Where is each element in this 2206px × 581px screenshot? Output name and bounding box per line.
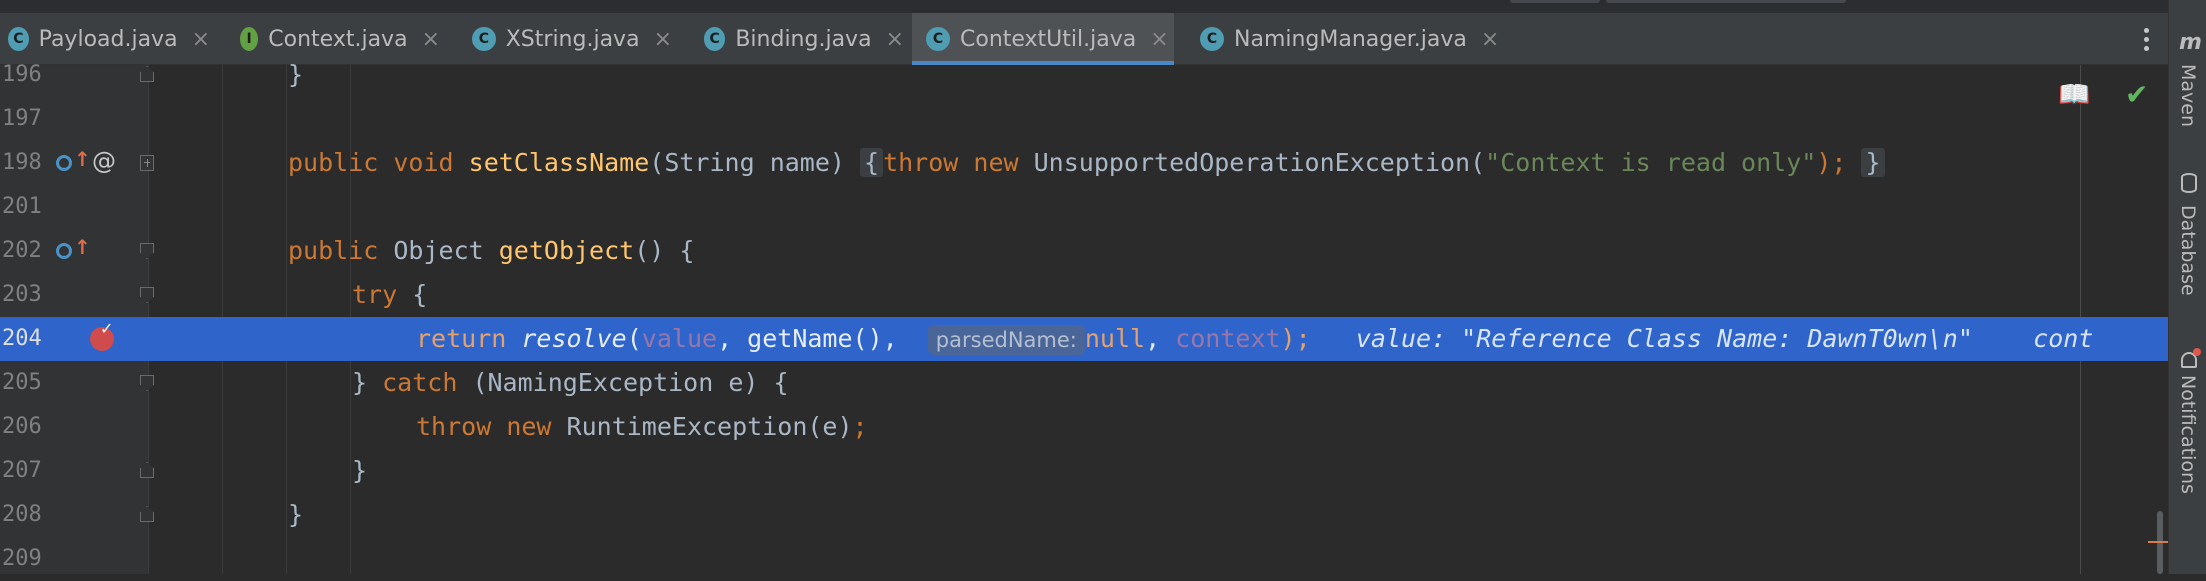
line-number: 208 [2,502,42,527]
tab-label: Context.java [268,26,408,52]
code-text[interactable]: return resolve(value, getName(), parsedN… [416,317,2093,361]
code-line[interactable]: 208 } [0,493,2168,537]
maven-tool-button[interactable]: Maven [2177,64,2199,127]
override-arrow-icon[interactable]: ↑ [74,235,91,259]
line-number: 201 [2,194,42,219]
toolbar-segment [1510,0,1600,3]
breakpoint-check-icon: ✓ [100,319,114,338]
book-icon[interactable]: 📖 [2058,80,2090,110]
checkmark-icon[interactable]: ✔ [2125,78,2148,111]
implements-icon[interactable] [56,155,72,171]
implements-icon[interactable] [56,243,72,259]
tab-label: NamingManager.java [1234,26,1467,52]
maven-icon[interactable]: m [2179,30,2202,55]
tab-label: XString.java [505,26,640,52]
line-number: 196 [2,62,42,87]
close-icon[interactable]: × [1481,27,1499,52]
code-text[interactable]: } [352,449,367,493]
tab-label: Binding.java [735,26,872,52]
database-icon [2181,173,2197,193]
code-text[interactable]: public void setClassName(String name) {t… [288,141,1885,185]
execution-line[interactable]: 204 ✓ return resolve(value, getName(), p… [0,317,2168,361]
code-line[interactable]: 196 } [0,53,2168,97]
close-icon[interactable]: × [654,27,672,52]
class-icon: C [926,27,950,51]
class-icon: C [704,27,726,51]
line-number: 209 [2,546,42,571]
line-number: 202 [2,238,42,263]
code-line[interactable]: 207 } [0,449,2168,493]
code-line[interactable]: 203 try { [0,273,2168,317]
code-line[interactable]: 201 [0,185,2168,229]
window-title-strip [0,0,2206,13]
class-icon: C [472,27,496,51]
notifications-tool-button[interactable]: Notifications [2177,375,2199,494]
code-text[interactable]: } [288,53,303,97]
at-icon[interactable]: @ [92,147,116,175]
class-icon: C [1200,27,1224,51]
toolbar-segment [1606,0,1846,3]
close-icon[interactable]: × [192,27,210,52]
line-number: 197 [2,106,42,131]
line-number: 198 [2,150,42,175]
line-number: 207 [2,458,42,483]
code-text[interactable]: } catch (NamingException e) { [352,361,789,405]
code-text[interactable]: throw new RuntimeException(e); [416,405,868,449]
tab-label: ContextUtil.java [960,26,1137,52]
close-icon[interactable]: × [886,27,904,52]
line-number: 203 [2,282,42,307]
close-icon[interactable]: × [422,27,440,52]
code-text[interactable]: public Object getObject() { [288,229,694,273]
fold-expand-marker[interactable] [140,155,154,171]
line-number: 206 [2,414,42,439]
scrollbar-marker [2148,541,2168,543]
inline-debug-value[interactable]: cont [2033,324,2093,353]
parameter-hint: parsedName: [927,325,1085,355]
code-line[interactable]: 209 [0,537,2168,581]
interface-icon: I [240,27,259,51]
override-arrow-icon[interactable]: ↑ [74,147,91,171]
line-number: 204 [2,326,42,351]
code-line[interactable]: 197 [0,97,2168,141]
database-tool-button[interactable]: Database [2177,205,2199,296]
code-text[interactable]: } [288,493,303,537]
code-line[interactable]: 206 throw new RuntimeException(e); [0,405,2168,449]
right-tool-strip: m Maven Database Notifications [2168,0,2206,574]
inline-debug-value[interactable]: value: "Reference Class Name: DawnT0wn\n… [1356,324,1973,353]
notification-badge [2193,348,2201,356]
code-line[interactable]: 205 } catch (NamingException e) { [0,361,2168,405]
close-icon[interactable]: × [1150,27,1168,52]
tab-label: Payload.java [38,26,178,52]
code-text[interactable]: try { [352,273,427,317]
code-line[interactable]: 198 ↑ @ public void setClassName(String … [0,141,2168,185]
code-line[interactable]: 202 ↑ public Object getObject() { [0,229,2168,273]
class-icon: C [8,27,29,51]
line-number: 205 [2,370,42,395]
